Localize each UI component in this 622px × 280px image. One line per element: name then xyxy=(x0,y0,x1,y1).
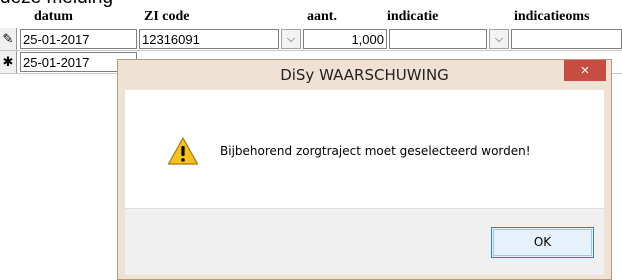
aant-field[interactable]: 1,000 xyxy=(303,29,387,49)
chevron-down-icon: ⌵ xyxy=(494,33,504,45)
close-button[interactable]: × xyxy=(564,60,606,81)
dialog-footer: OK xyxy=(125,208,604,275)
indicatieomschrijving-field[interactable] xyxy=(511,29,622,49)
zi-code-field[interactable]: 12316091 xyxy=(139,29,279,49)
row-edit-indicator-icon[interactable]: ✎ xyxy=(0,28,17,50)
close-icon: × xyxy=(580,62,590,79)
warning-message: Bijbehorend zorgtraject moet geselecteer… xyxy=(220,144,531,158)
column-header-aant[interactable]: aant. xyxy=(307,8,337,26)
ok-button[interactable]: OK xyxy=(491,227,594,258)
dialog-titlebar[interactable]: DiSy WAARSCHUWING × xyxy=(118,60,611,90)
datum-field[interactable]: 25-01-2017 xyxy=(20,29,137,49)
new-row-indicator-icon[interactable]: ✱ xyxy=(0,51,17,73)
column-header-datum[interactable]: datum xyxy=(34,8,73,26)
column-header-zi-code[interactable]: ZI code xyxy=(144,8,190,26)
table-row[interactable]: ✎ 25-01-2017 12316091 ⌵ 1,000 ⌵ xyxy=(0,28,622,51)
warning-dialog: DiSy WAARSCHUWING × Bijbehorend zorgtraj… xyxy=(117,59,612,280)
warning-icon xyxy=(167,137,199,165)
dialog-body: Bijbehorend zorgtraject moet geselecteer… xyxy=(125,90,604,275)
chevron-down-icon: ⌵ xyxy=(286,33,296,45)
ok-button-focus-ring xyxy=(493,229,592,256)
indicatie-field[interactable] xyxy=(389,29,487,49)
dialog-title: DiSy WAARSCHUWING xyxy=(280,66,449,84)
column-header-indicatie[interactable]: indicatie xyxy=(387,8,438,26)
column-header-indicatieomschrijving[interactable]: indicatieoms xyxy=(514,8,589,26)
indicatie-dropdown-button[interactable]: ⌵ xyxy=(489,29,509,49)
zi-code-dropdown-button[interactable]: ⌵ xyxy=(281,29,301,49)
